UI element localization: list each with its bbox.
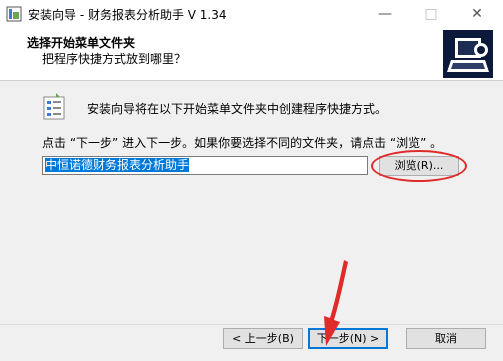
title-bar: 安装向导 - 财务报表分析助手 V 1.34 — □ ✕ (0, 0, 503, 28)
window-title: 安装向导 - 财务报表分析助手 V 1.34 (28, 8, 227, 22)
app-icon (6, 6, 22, 22)
page-title: 选择开始菜单文件夹 (27, 36, 136, 50)
intro-text: 安装向导将在以下开始菜单文件夹中创建程序快捷方式。 (87, 102, 388, 116)
wizard-header: 选择开始菜单文件夹 把程序快捷方式放到哪里？ (0, 28, 503, 81)
instruction-text: 点击 “下一步” 进入下一步。如果你要选择不同的文件夹，请点击 “浏览” 。 (42, 136, 443, 150)
back-button[interactable]: < 上一步(B) (223, 328, 303, 349)
installer-computer-icon (443, 30, 493, 78)
wizard-footer: < 上一步(B) 下一步(N) > 取消 (0, 325, 503, 361)
start-menu-folder-icon (43, 93, 65, 120)
cancel-button[interactable]: 取消 (406, 328, 486, 349)
start-menu-folder-input[interactable]: 中恒诺德财务报表分析助手 (42, 156, 368, 175)
highlight-circle (371, 150, 467, 182)
close-icon[interactable]: ✕ (454, 0, 500, 28)
wizard-body: 安装向导将在以下开始菜单文件夹中创建程序快捷方式。 点击 “下一步” 进入下一步… (0, 81, 503, 324)
folder-input-value: 中恒诺德财务报表分析助手 (45, 158, 190, 172)
page-subtitle: 把程序快捷方式放到哪里？ (42, 52, 187, 66)
minimize-icon[interactable]: — (362, 0, 408, 28)
maximize-icon[interactable]: □ (408, 0, 454, 28)
annotation-arrow (324, 260, 348, 346)
